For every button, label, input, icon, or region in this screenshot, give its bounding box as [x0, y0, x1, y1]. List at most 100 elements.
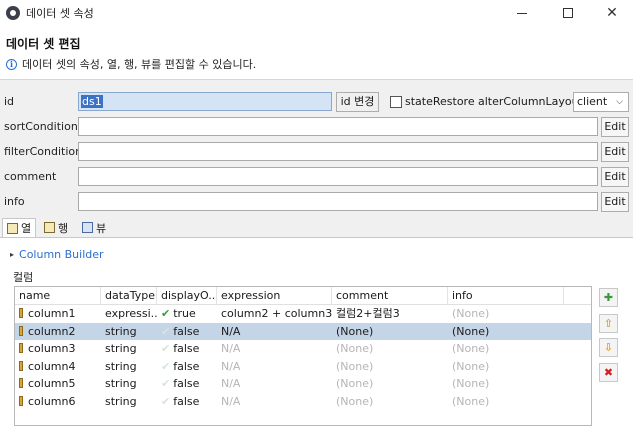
sort-condition-edit-button[interactable]: Edit — [601, 117, 629, 137]
comment-input[interactable] — [78, 167, 598, 186]
cell-text: (None) — [336, 377, 374, 390]
cell-info[interactable]: (None) — [448, 305, 564, 322]
cell-expression[interactable]: N/A — [217, 358, 332, 375]
table-row[interactable]: column4 string ✔ false N/A (None) (None) — [15, 358, 591, 375]
cell-datatype[interactable]: string — [101, 393, 157, 410]
table-row[interactable]: column2 string ✔ false N/A (None) (None) — [15, 322, 591, 340]
cell-name[interactable]: column3 — [15, 340, 101, 357]
column-builder-link[interactable]: ▸ Column Builder — [10, 248, 104, 261]
cell-comment[interactable]: (None) — [332, 358, 448, 375]
cell-display[interactable]: ✔ false — [157, 393, 217, 410]
cell-datatype[interactable]: string — [101, 323, 157, 340]
title-bar: 데이터 셋 속성 ✕ — [0, 0, 633, 26]
close-icon: ✕ — [606, 5, 618, 21]
cell-comment[interactable]: (None) — [332, 323, 448, 340]
tab-view[interactable]: 뷰 — [78, 218, 110, 237]
info-edit-button[interactable]: Edit — [601, 192, 629, 212]
cell-info[interactable]: (None) — [448, 358, 564, 375]
info-input[interactable] — [78, 192, 598, 211]
cell-expression[interactable]: N/A — [217, 375, 332, 392]
cell-text: expressi... — [105, 307, 157, 320]
description-text: 데이터 셋의 속성, 열, 행, 뷰를 편집할 수 있습니다. — [22, 58, 257, 71]
id-change-button[interactable]: id 변경 — [336, 92, 379, 112]
header-expression[interactable]: expression — [217, 287, 332, 304]
filter-condition-input[interactable] — [78, 142, 598, 161]
cell-datatype[interactable]: string — [101, 375, 157, 392]
cell-datatype[interactable]: string — [101, 340, 157, 357]
cell-text: column6 — [28, 394, 76, 408]
cell-text: string — [105, 377, 137, 390]
state-restore-label: stateRestore — [405, 95, 475, 108]
tab-rows[interactable]: 행 — [40, 218, 72, 237]
cell-comment[interactable]: (None) — [332, 375, 448, 392]
cell-name[interactable]: column4 — [15, 358, 101, 375]
header-display-order[interactable]: displayO... — [157, 287, 217, 304]
move-up-icon: ⇧ — [603, 317, 614, 330]
cell-info[interactable]: (None) — [448, 340, 564, 357]
add-column-button[interactable]: ✚ — [599, 288, 618, 307]
header-name[interactable]: name — [15, 287, 101, 304]
expand-arrow-icon: ▸ — [10, 250, 15, 259]
table-row[interactable]: column6 string ✔ false N/A (None) (None) — [15, 393, 591, 410]
tab-columns[interactable]: 열 — [2, 218, 37, 237]
add-icon: ✚ — [603, 291, 614, 304]
cell-text: 컬럼2+컬럼3 — [336, 307, 400, 320]
table-row[interactable]: column5 string ✔ false N/A (None) (None) — [15, 375, 591, 392]
cell-comment[interactable]: (None) — [332, 340, 448, 357]
header-datatype[interactable]: dataType — [101, 287, 157, 304]
id-input[interactable]: ds1 — [78, 92, 332, 111]
cell-display[interactable]: ✔ false — [157, 358, 217, 375]
cell-expression[interactable]: N/A — [217, 340, 332, 357]
comment-edit-button[interactable]: Edit — [601, 167, 629, 187]
move-down-icon: ⇩ — [603, 341, 614, 354]
close-button[interactable]: ✕ — [590, 0, 633, 26]
cell-comment[interactable]: 컬럼2+컬럼3 — [332, 305, 448, 322]
cell-name[interactable]: column5 — [15, 375, 101, 392]
column-icon — [19, 308, 23, 318]
cell-info[interactable]: (None) — [448, 393, 564, 410]
cell-text: false — [173, 324, 200, 338]
cell-expression[interactable]: N/A — [217, 393, 332, 410]
maximize-button[interactable] — [546, 0, 590, 26]
cell-display[interactable]: ✔ false — [157, 323, 217, 340]
cell-datatype[interactable]: string — [101, 358, 157, 375]
column-icon — [19, 395, 23, 406]
cell-info[interactable]: (None) — [448, 375, 564, 392]
cell-display[interactable]: ✔ false — [157, 340, 217, 357]
cell-expression[interactable]: column2 + column3 — [217, 305, 332, 322]
cell-text: false — [173, 342, 200, 355]
cell-text: (None) — [452, 394, 490, 408]
checkmark-icon: ✔ — [161, 324, 171, 338]
move-down-button[interactable]: ⇩ — [599, 338, 618, 357]
dialog-header: 데이터 셋 편집 i 데이터 셋의 속성, 열, 행, 뷰를 편집할 수 있습니… — [0, 26, 633, 80]
minimize-button[interactable] — [500, 0, 544, 26]
filter-condition-edit-button[interactable]: Edit — [601, 142, 629, 162]
cell-name[interactable]: column1 — [15, 305, 101, 322]
cell-display[interactable]: ✔ false — [157, 375, 217, 392]
sort-condition-input[interactable] — [78, 117, 598, 136]
state-restore-checkbox[interactable] — [390, 96, 402, 108]
cell-text: column2 + column3 — [221, 307, 332, 320]
table-row[interactable]: column3 string ✔ false N/A (None) (None) — [15, 340, 591, 357]
cell-text: true — [173, 307, 196, 320]
cell-datatype[interactable]: expressi... — [101, 305, 157, 322]
cell-text: (None) — [336, 342, 374, 355]
delete-column-button[interactable]: ✖ — [599, 363, 618, 382]
cell-text: (None) — [452, 377, 490, 390]
header-comment[interactable]: comment — [332, 287, 448, 304]
header-info[interactable]: info — [448, 287, 564, 304]
cell-text: column2 — [28, 324, 76, 338]
table-row[interactable]: column1 expressi... ✔ true column2 + column3… — [15, 305, 591, 322]
id-label: id — [4, 95, 15, 108]
checkmark-icon: ✔ — [161, 394, 171, 408]
cell-display[interactable]: ✔ true — [157, 305, 217, 322]
cell-expression[interactable]: N/A — [217, 323, 332, 340]
cell-info[interactable]: (None) — [448, 323, 564, 340]
cell-name[interactable]: column6 — [15, 393, 101, 410]
cell-text: column3 — [28, 342, 76, 355]
move-up-button[interactable]: ⇧ — [599, 314, 618, 333]
checkmark-icon: ✔ — [161, 359, 171, 373]
cell-comment[interactable]: (None) — [332, 393, 448, 410]
cell-name[interactable]: column2 — [15, 323, 101, 340]
alter-column-layout-select[interactable]: client ⌵ — [573, 92, 629, 112]
